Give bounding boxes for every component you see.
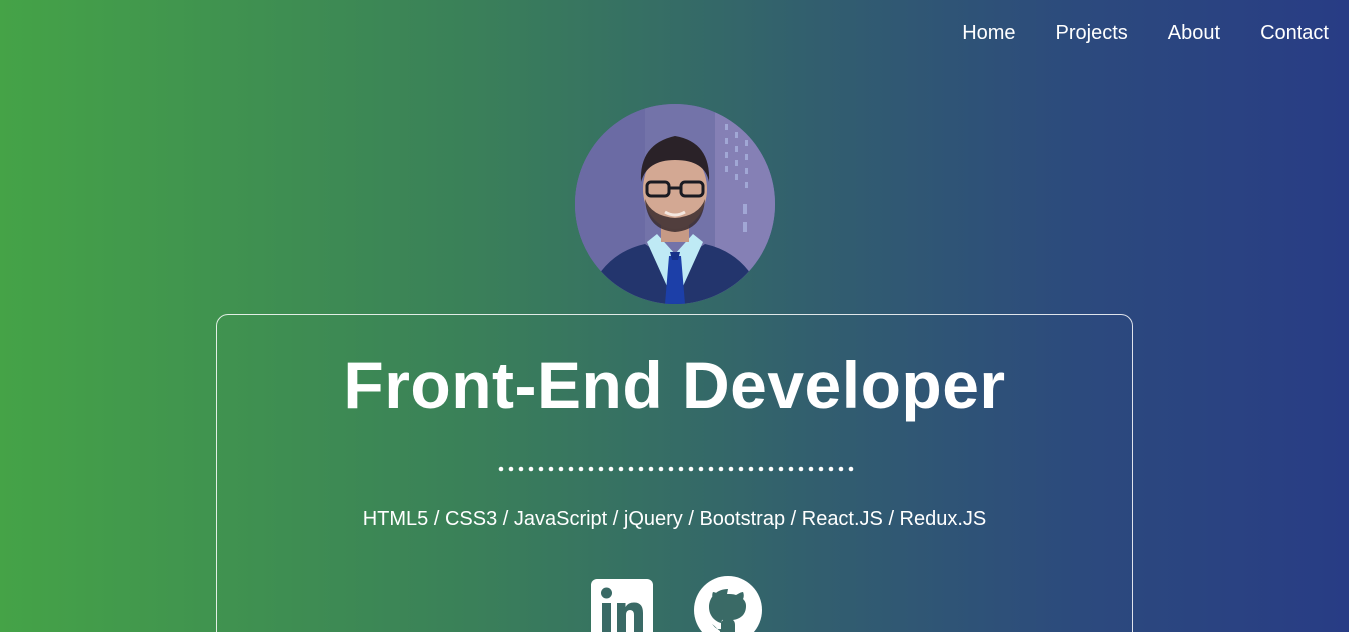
divider-dot bbox=[738, 466, 744, 472]
divider-dot bbox=[818, 466, 824, 472]
divider-dot bbox=[658, 466, 664, 472]
divider-dot bbox=[838, 466, 844, 472]
divider-dot bbox=[828, 466, 834, 472]
divider-dot bbox=[748, 466, 754, 472]
linkedin-icon bbox=[590, 579, 653, 632]
nav-home-link[interactable]: Home bbox=[962, 20, 1015, 46]
divider-dot bbox=[548, 466, 554, 472]
profile-photo-icon bbox=[575, 104, 775, 304]
linkedin-link[interactable] bbox=[587, 575, 657, 632]
divider-dot bbox=[598, 466, 604, 472]
hero-card: Front-End Developer HTML5 / CSS3 / JavaS… bbox=[216, 314, 1133, 632]
divider-dot bbox=[588, 466, 594, 472]
divider-dot bbox=[528, 466, 534, 472]
nav-contact-link[interactable]: Contact bbox=[1260, 20, 1329, 46]
github-icon bbox=[693, 576, 762, 632]
divider-dot bbox=[798, 466, 804, 472]
divider-dot bbox=[638, 466, 644, 472]
page-title: Front-End Developer bbox=[343, 348, 1006, 422]
github-link[interactable] bbox=[693, 575, 763, 632]
divider-dot bbox=[648, 466, 654, 472]
profile-avatar bbox=[575, 104, 775, 304]
nav-projects-link[interactable]: Projects bbox=[1056, 20, 1128, 46]
divider-dot bbox=[678, 466, 684, 472]
divider-dot bbox=[758, 466, 764, 472]
divider-dot bbox=[578, 466, 584, 472]
divider-dot bbox=[728, 466, 734, 472]
divider-dot bbox=[568, 466, 574, 472]
divider-dot bbox=[808, 466, 814, 472]
divider-dot bbox=[518, 466, 524, 472]
divider-dot bbox=[708, 466, 714, 472]
divider-dot bbox=[718, 466, 724, 472]
divider-dot bbox=[498, 466, 504, 472]
divider-dot bbox=[618, 466, 624, 472]
skills-list: HTML5 / CSS3 / JavaScript / jQuery / Boo… bbox=[362, 508, 987, 530]
divider-dot bbox=[508, 466, 514, 472]
divider-dot bbox=[848, 466, 854, 472]
divider-dot bbox=[788, 466, 794, 472]
divider-dot bbox=[698, 466, 704, 472]
divider-dot bbox=[538, 466, 544, 472]
divider-dot bbox=[558, 466, 564, 472]
divider-dot bbox=[608, 466, 614, 472]
divider-dot bbox=[688, 466, 694, 472]
nav-about-link[interactable]: About bbox=[1168, 20, 1220, 46]
divider-dot bbox=[668, 466, 674, 472]
dotted-divider bbox=[498, 466, 854, 472]
divider-dot bbox=[778, 466, 784, 472]
divider-dot bbox=[628, 466, 634, 472]
social-links bbox=[217, 575, 1132, 632]
divider-dot bbox=[768, 466, 774, 472]
main-nav: Home Projects About Contact bbox=[922, 20, 1329, 46]
